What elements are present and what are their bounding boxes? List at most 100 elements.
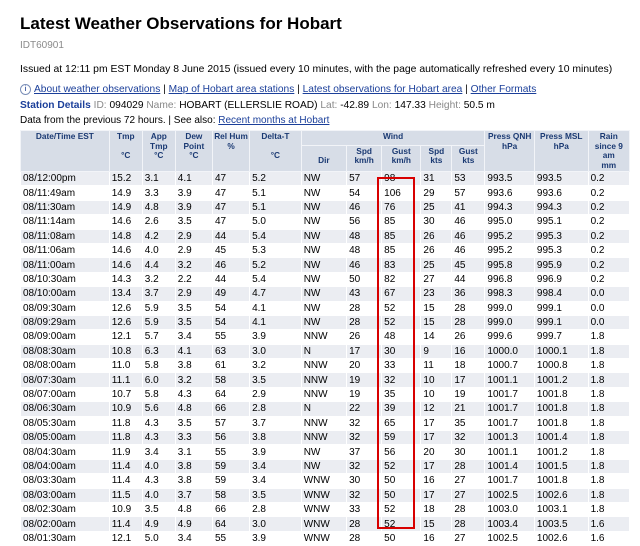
table-cell: 64 xyxy=(211,516,251,532)
table-cell: 48 xyxy=(381,329,422,345)
table-cell: 30 xyxy=(381,343,422,360)
col-gust-kmh: Gust km/h xyxy=(381,144,422,173)
table-cell: NNW xyxy=(300,358,348,374)
table-cell: 0.2 xyxy=(587,170,631,187)
station-id: 094029 xyxy=(109,100,144,111)
table-cell: 1.8 xyxy=(587,430,631,446)
table-cell: 994.3 xyxy=(484,199,535,216)
table-cell: 19 xyxy=(451,386,486,403)
table-cell: 58 xyxy=(211,487,251,503)
table-cell: 1001.2 xyxy=(533,444,589,460)
table-cell: 29 xyxy=(420,185,453,201)
table-cell: 1003.0 xyxy=(484,501,535,518)
table-cell: 0.2 xyxy=(587,257,631,273)
table-cell: 3.5 xyxy=(174,300,213,316)
table-cell: 33 xyxy=(381,358,422,374)
table-cell: 3.5 xyxy=(174,314,213,331)
table-cell: 32 xyxy=(381,372,422,388)
table-cell: 11 xyxy=(420,358,453,374)
table-cell: 15 xyxy=(420,314,453,331)
table-cell: 3.5 xyxy=(249,487,302,503)
table-cell: 22 xyxy=(346,401,383,417)
table-cell: 35 xyxy=(381,386,422,403)
table-cell: 1.8 xyxy=(587,415,631,432)
about-observations-link[interactable]: About weather observations xyxy=(34,84,160,95)
table-cell: 0.2 xyxy=(587,185,631,201)
table-cell: 1.8 xyxy=(587,501,631,518)
table-cell: 32 xyxy=(451,430,486,446)
table-cell: 1.8 xyxy=(587,473,631,489)
table-cell: 27 xyxy=(420,271,453,288)
latest-observations-link[interactable]: Latest observations for Hobart area xyxy=(303,84,463,95)
table-cell: WNW xyxy=(300,516,348,532)
table-cell: 53 xyxy=(451,170,486,187)
table-cell: 11.8 xyxy=(108,415,143,432)
table-cell: 56 xyxy=(346,214,383,230)
map-stations-link[interactable]: Map of Hobart area stations xyxy=(169,84,295,95)
observations-body: 08/12:00pm 15.2 3.1 4.1 47 5.2 NW 57 98 31 53 993.5… xyxy=(20,170,631,546)
recent-months-link[interactable]: Recent months at Hobart xyxy=(218,115,329,126)
table-cell: 5.1 xyxy=(249,199,302,216)
table-row: 08/12:00pm 15.2 3.1 4.1 47 5.2 NW 57 98 31 53 993.5… xyxy=(20,170,631,187)
table-cell: 11.4 xyxy=(108,458,143,475)
table-cell: 47 xyxy=(211,170,251,187)
table-cell: 57 xyxy=(211,415,251,432)
table-cell: 4.3 xyxy=(174,386,213,403)
table-cell: 6.3 xyxy=(141,343,176,360)
table-cell: 1001.8 xyxy=(533,401,589,417)
table-cell: 20 xyxy=(346,358,383,374)
table-cell: 50 xyxy=(346,271,383,288)
table-cell: 56 xyxy=(211,430,251,446)
table-cell: 10.9 xyxy=(108,501,143,518)
table-cell: 3.2 xyxy=(174,257,213,273)
table-cell: 10.7 xyxy=(108,386,143,403)
station-name: HOBART (ELLERSLIE ROAD) xyxy=(179,100,318,111)
table-cell: 28 xyxy=(451,314,486,331)
table-cell: 85 xyxy=(381,228,422,244)
table-cell: 998.3 xyxy=(484,286,535,302)
table-row: 08/07:30am 11.1 6.0 3.2 58 3.5 NNW 19 32 10 17 1001… xyxy=(20,372,631,388)
table-cell: 35 xyxy=(451,415,486,432)
table-cell: 1.8 xyxy=(587,343,631,360)
table-cell: 28 xyxy=(346,516,383,532)
table-row: 08/10:00am 13.4 3.7 2.9 49 4.7 NW 43 67 23 36 998.3… xyxy=(20,286,631,302)
col-spd-kts: Spd kts xyxy=(420,144,453,173)
table-cell: NW xyxy=(300,214,348,230)
table-cell: 3.9 xyxy=(249,329,302,345)
table-cell: 19 xyxy=(346,386,383,403)
table-cell: 11.9 xyxy=(108,444,143,460)
table-cell: 995.8 xyxy=(484,257,535,273)
table-cell: 995.2 xyxy=(484,242,535,259)
col-press-qnh: Press QNH hPa xyxy=(484,130,535,172)
table-cell: 17 xyxy=(451,372,486,388)
table-cell: 0.0 xyxy=(587,286,631,302)
table-cell: NW xyxy=(300,458,348,475)
table-cell: 1.8 xyxy=(587,386,631,403)
table-cell: 30 xyxy=(346,473,383,489)
table-cell: 1.8 xyxy=(587,444,631,460)
table-cell: 17 xyxy=(420,458,453,475)
table-cell: 59 xyxy=(211,458,251,475)
other-formats-link[interactable]: Other Formats xyxy=(471,84,537,95)
table-cell: 1003.1 xyxy=(533,501,589,518)
table-cell: 0.0 xyxy=(587,314,631,331)
table-cell: NW xyxy=(300,314,348,331)
table-cell: 3.2 xyxy=(141,271,176,288)
station-details: Station Details ID: 094029 Name: HOBART … xyxy=(20,100,495,111)
table-cell: 30 xyxy=(451,444,486,460)
table-cell: 66 xyxy=(211,401,251,417)
table-cell: 1001.1 xyxy=(484,444,535,460)
table-cell: 55 xyxy=(211,530,251,546)
table-row: 08/09:30am 12.6 5.9 3.5 54 4.1 NW 28 52 15 28 999.0… xyxy=(20,300,631,316)
col-app-tmp: App Tmp °C xyxy=(141,130,176,172)
table-cell: 12.6 xyxy=(108,300,143,316)
table-cell: N xyxy=(300,401,348,417)
table-cell: 64 xyxy=(211,386,251,403)
table-cell: 17 xyxy=(420,487,453,503)
info-icon: i xyxy=(20,84,31,95)
table-cell: WNW xyxy=(300,501,348,518)
table-cell: 27 xyxy=(451,473,486,489)
col-gust-kts: Gust kts xyxy=(451,144,486,173)
table-cell: 993.6 xyxy=(533,185,589,201)
table-cell: 3.0 xyxy=(249,343,302,360)
